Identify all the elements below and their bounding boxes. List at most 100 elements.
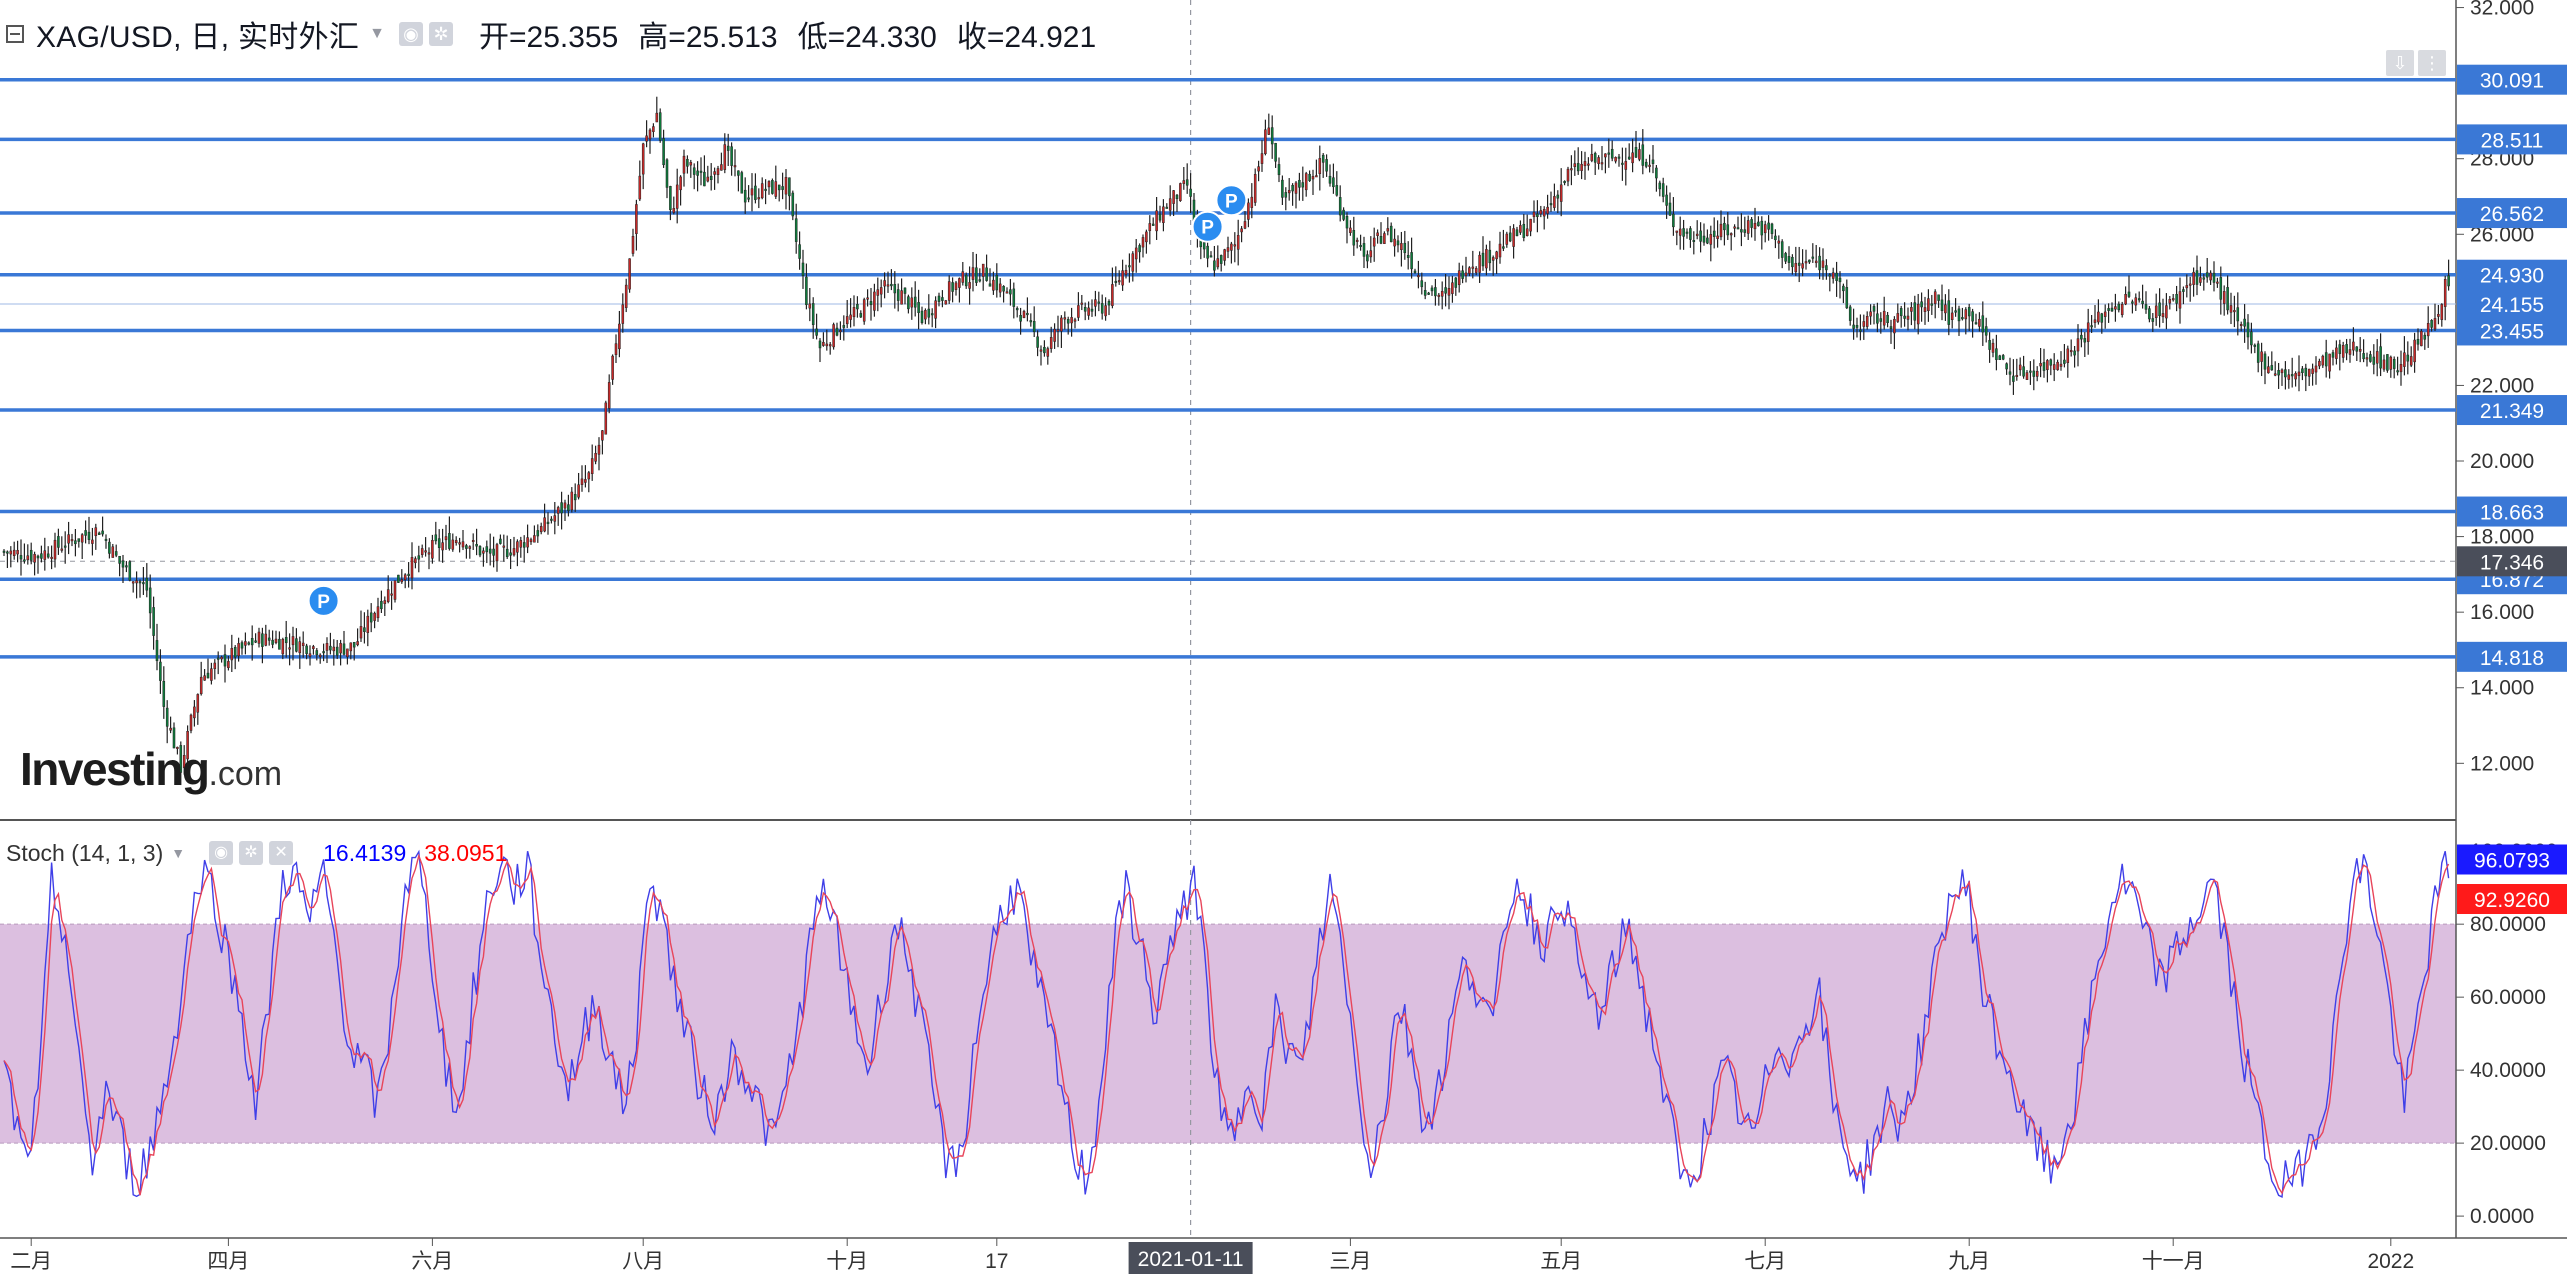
candle-body xyxy=(36,555,40,559)
candle-body xyxy=(2352,341,2355,351)
candle-body xyxy=(2294,373,2297,380)
candle-body xyxy=(1859,329,1862,332)
candle-body xyxy=(152,607,155,636)
candle-body xyxy=(1427,292,1430,295)
candle-body xyxy=(2399,364,2403,373)
arrow-down-icon[interactable]: ⇩ xyxy=(2386,50,2414,76)
chevron-down-icon[interactable]: ▼ xyxy=(369,25,385,43)
more-icon[interactable]: ⋮ xyxy=(2418,50,2446,76)
candle-body xyxy=(988,283,992,287)
candle-body xyxy=(1277,164,1281,176)
symbol-title[interactable]: XAG/USD, 日, 实时外汇 xyxy=(36,12,359,56)
candle-body xyxy=(828,344,832,347)
candle-body xyxy=(240,642,244,649)
candle-body xyxy=(1461,270,1464,279)
candle-body xyxy=(774,181,778,197)
candle-body xyxy=(2056,361,2059,371)
candle-body xyxy=(1614,157,1617,162)
candle-body xyxy=(964,274,968,287)
candle-body xyxy=(706,176,710,182)
eye-icon[interactable]: ◉ xyxy=(399,22,424,46)
candle-body xyxy=(784,177,788,195)
close-icon[interactable]: ✕ xyxy=(269,841,294,865)
candle-body xyxy=(2093,319,2097,323)
candle-body xyxy=(543,517,546,532)
collapse-icon[interactable] xyxy=(6,25,24,43)
candle-body xyxy=(866,297,869,300)
candle-body xyxy=(1835,272,1838,281)
stoch-title[interactable]: Stoch (14, 1, 3) xyxy=(6,840,163,867)
candle-body xyxy=(1454,277,1458,288)
candle-body xyxy=(1682,228,1685,237)
candle-body xyxy=(1988,340,1991,350)
candle-body xyxy=(2134,297,2138,306)
candle-body xyxy=(329,645,332,651)
candle-body xyxy=(771,180,774,194)
candle-body xyxy=(754,185,757,200)
candle-body xyxy=(1838,277,1842,283)
candle-body xyxy=(886,284,890,287)
candle-body xyxy=(1641,144,1645,166)
candle-body xyxy=(271,639,274,645)
candle-body xyxy=(696,170,699,176)
candle-body xyxy=(308,653,312,657)
candle-body xyxy=(1301,182,1305,188)
candle-body xyxy=(1094,299,1097,307)
candle-body xyxy=(57,536,60,548)
candle-body xyxy=(1202,242,1206,250)
candle-body xyxy=(733,165,737,168)
candle-body xyxy=(444,536,448,541)
candle-body xyxy=(1845,287,1849,309)
candle-body xyxy=(1100,303,1104,314)
candle-body xyxy=(274,638,278,643)
candle-body xyxy=(1464,272,1468,276)
candle-body xyxy=(1039,349,1043,352)
candle-body xyxy=(913,296,917,308)
candle-body xyxy=(1576,163,1580,172)
chart-canvas[interactable]: PPP 12.00014.00016.00018.00020.00022.000… xyxy=(0,0,2567,1274)
eye-icon[interactable]: ◉ xyxy=(209,841,234,865)
candle-body xyxy=(2226,287,2229,311)
candle-body xyxy=(318,654,322,657)
candle-body xyxy=(1206,245,1209,259)
candle-body xyxy=(43,550,47,560)
candle-body xyxy=(1131,253,1135,272)
candle-body xyxy=(1070,317,1073,324)
candle-body xyxy=(607,382,611,409)
candle-body xyxy=(210,668,213,681)
candle-body xyxy=(907,296,910,310)
candle-body xyxy=(53,539,57,560)
candle-body xyxy=(2426,323,2430,337)
candle-body xyxy=(1617,156,1621,159)
candle-body xyxy=(546,521,550,525)
candle-body xyxy=(1879,318,1883,322)
candle-body xyxy=(723,144,727,170)
candle-body xyxy=(1964,309,1968,320)
candle-body xyxy=(2069,350,2073,353)
gear-icon[interactable]: ✲ xyxy=(429,22,454,46)
candle-body xyxy=(1821,260,1825,268)
candle-body xyxy=(359,626,363,639)
candle-body xyxy=(1134,247,1138,260)
candle-body xyxy=(216,657,220,660)
candle-body xyxy=(2178,291,2182,309)
candle-body xyxy=(903,287,907,294)
candle-body xyxy=(261,633,264,647)
candle-body xyxy=(1488,249,1492,264)
candle-body xyxy=(80,534,84,543)
candle-body xyxy=(1525,228,1529,236)
candle-body xyxy=(1080,302,1084,305)
candle-body xyxy=(237,643,240,657)
level-label: 23.455 xyxy=(2480,320,2544,343)
candle-body xyxy=(1114,280,1118,283)
candle-body xyxy=(1950,312,1954,320)
chevron-down-icon[interactable]: ▼ xyxy=(171,845,185,861)
candle-body xyxy=(550,518,553,521)
gear-icon[interactable]: ✲ xyxy=(239,841,264,865)
candle-body xyxy=(390,593,393,596)
candle-body xyxy=(2437,313,2440,317)
candle-body xyxy=(233,647,237,658)
candle-body xyxy=(2440,304,2444,320)
investing-logo: Investing.com xyxy=(20,743,283,795)
candle-body xyxy=(424,550,427,553)
